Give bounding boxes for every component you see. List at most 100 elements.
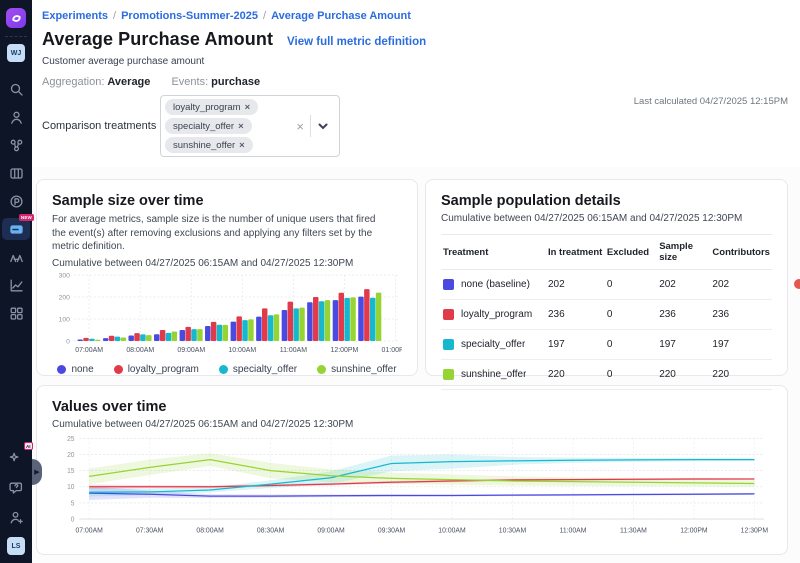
breadcrumb-experiments[interactable]: Experiments xyxy=(42,10,108,22)
contributors-cell: 202 xyxy=(710,270,772,300)
sidebar-item-console-active[interactable]: NEW xyxy=(2,218,30,240)
svg-text:09:00AM: 09:00AM xyxy=(317,527,345,534)
sidebar-item-apps[interactable] xyxy=(2,302,30,324)
chip-remove-icon[interactable]: × xyxy=(245,102,251,113)
legend-item[interactable]: none xyxy=(57,364,93,375)
sample-size-cell: 202 xyxy=(657,270,710,300)
svg-text:09:30AM: 09:30AM xyxy=(378,527,406,534)
sidebar-item-feature-gates[interactable] xyxy=(2,162,30,184)
treatment-cell: sunshine_offer xyxy=(441,360,546,390)
legend-item[interactable]: specialty_offer xyxy=(219,364,297,375)
sidebar-item-experiments[interactable] xyxy=(2,134,30,156)
app-logo[interactable] xyxy=(6,8,26,28)
help-chat-icon xyxy=(9,480,24,495)
col-excluded: Excluded xyxy=(605,235,657,270)
sidebar-item-help[interactable] xyxy=(2,476,30,498)
contributors-cell: 197 xyxy=(710,330,772,360)
svg-text:11:00AM: 11:00AM xyxy=(560,527,587,534)
chip-remove-icon[interactable]: × xyxy=(239,140,245,151)
sidebar-item-metrics[interactable] xyxy=(2,274,30,296)
svg-text:08:00AM: 08:00AM xyxy=(126,346,154,353)
breadcrumb-separator: / xyxy=(263,10,266,22)
person-icon xyxy=(9,110,24,125)
aggregation-row: Aggregation:Average Events:purchase xyxy=(42,76,788,88)
aggregation-label: Aggregation: xyxy=(42,76,104,88)
treatment-chip[interactable]: specialty_offer× xyxy=(165,118,252,134)
breadcrumb-metric-name[interactable]: Average Purchase Amount xyxy=(271,10,411,22)
svg-text:11:30AM: 11:30AM xyxy=(620,527,647,534)
legend-dot xyxy=(114,365,123,374)
chevron-down-icon[interactable] xyxy=(311,123,335,130)
sidebar-item-pulse[interactable] xyxy=(2,190,30,212)
view-metric-definition-link[interactable]: View full metric definition xyxy=(287,36,426,48)
sidebar-item-autotune[interactable] xyxy=(2,246,30,268)
treatment-chips: loyalty_program× specialty_offer× sunshine… xyxy=(165,99,290,153)
breadcrumb-experiment-name[interactable]: Promotions-Summer-2025 xyxy=(121,10,258,22)
col-sample-size: Sample size xyxy=(657,235,710,270)
contributors-cell: 220 xyxy=(710,360,772,390)
svg-text:07:00AM: 07:00AM xyxy=(75,527,103,534)
svg-text:09:00AM: 09:00AM xyxy=(177,346,205,353)
person-add-icon xyxy=(9,510,24,525)
metric-subtitle: Customer average purchase amount xyxy=(42,56,788,67)
excluded-cell: 0 xyxy=(605,330,657,360)
sample-size-cell: 220 xyxy=(657,360,710,390)
treatments-multiselect[interactable]: loyalty_program× specialty_offer× sunshine… xyxy=(160,95,340,157)
main-area: Experiments/Promotions-Summer-2025/Avera… xyxy=(32,0,800,563)
svg-text:01:00PM: 01:00PM xyxy=(382,346,402,353)
svg-text:20: 20 xyxy=(67,452,75,459)
events-value: purchase xyxy=(211,76,260,88)
sample-size-card: Sample size over time For average metric… xyxy=(36,179,418,376)
excluded-cell: 0 xyxy=(605,360,657,390)
sparkle-icon xyxy=(9,450,23,464)
line-chart-icon xyxy=(9,278,24,293)
table-row: specialty_offer1970197197 xyxy=(441,330,772,360)
svg-text:5: 5 xyxy=(71,500,75,507)
excluded-cell: 0 xyxy=(605,300,657,330)
contributors-cell: 236 xyxy=(710,300,772,330)
svg-text:12:00PM: 12:00PM xyxy=(331,346,359,353)
sample-size-title: Sample size over time xyxy=(52,193,402,209)
sidebar: WJ NEW AI LS xyxy=(0,0,32,563)
treatment-chip[interactable]: sunshine_offer× xyxy=(165,137,253,153)
values-line-chart[interactable]: 051015202507:00AM07:30AM08:00AM08:30AM09… xyxy=(52,430,772,546)
sidebar-item-search[interactable] xyxy=(2,78,30,100)
user-avatar[interactable]: LS xyxy=(7,537,25,555)
treatment-chip[interactable]: loyalty_program× xyxy=(165,99,258,115)
legend-dot xyxy=(317,365,326,374)
treatment-cell: specialty_offer xyxy=(441,330,546,360)
legend-item[interactable]: sunshine_offer xyxy=(317,364,396,375)
svg-text:10: 10 xyxy=(67,484,75,491)
in-treatment-cell: 236 xyxy=(546,300,605,330)
svg-text:10:00AM: 10:00AM xyxy=(228,346,256,353)
sample-size-bar-chart[interactable]: 010020030007:00AM08:00AM09:00AM10:00AM11… xyxy=(52,269,402,361)
aggregation-value: Average xyxy=(107,76,150,88)
clear-selection-icon[interactable]: × xyxy=(290,119,310,134)
events-label: Events: xyxy=(171,76,208,88)
svg-text:12:30PM: 12:30PM xyxy=(741,527,769,534)
workspace-badge[interactable]: WJ xyxy=(7,44,25,62)
table-row: loyalty_program2360236236 xyxy=(441,300,772,330)
treatment-cell: none (baseline) xyxy=(441,270,546,300)
svg-text:07:00AM: 07:00AM xyxy=(75,346,103,353)
page-header: Experiments/Promotions-Summer-2025/Avera… xyxy=(32,0,800,167)
sidebar-item-ai[interactable]: AI xyxy=(2,446,30,468)
svg-text:0: 0 xyxy=(71,516,75,523)
svg-text:11:00AM: 11:00AM xyxy=(280,346,307,353)
legend-item[interactable]: loyalty_program xyxy=(114,364,199,375)
svg-text:300: 300 xyxy=(59,272,70,279)
notification-dot[interactable] xyxy=(794,279,800,289)
legend-dot xyxy=(57,365,66,374)
sample-size-cell: 197 xyxy=(657,330,710,360)
excluded-cell: 0 xyxy=(605,270,657,300)
comparison-treatments-label: Comparison treatments xyxy=(42,120,160,132)
svg-text:08:00AM: 08:00AM xyxy=(196,527,224,534)
sidebar-item-invite[interactable] xyxy=(2,506,30,528)
peaks-icon xyxy=(9,250,24,265)
sidebar-item-users[interactable] xyxy=(2,106,30,128)
svg-text:25: 25 xyxy=(67,436,75,443)
chip-remove-icon[interactable]: × xyxy=(238,121,244,132)
svg-text:12:00PM: 12:00PM xyxy=(680,527,708,534)
treatment-color-swatch xyxy=(443,369,454,380)
svg-text:0: 0 xyxy=(66,338,70,345)
